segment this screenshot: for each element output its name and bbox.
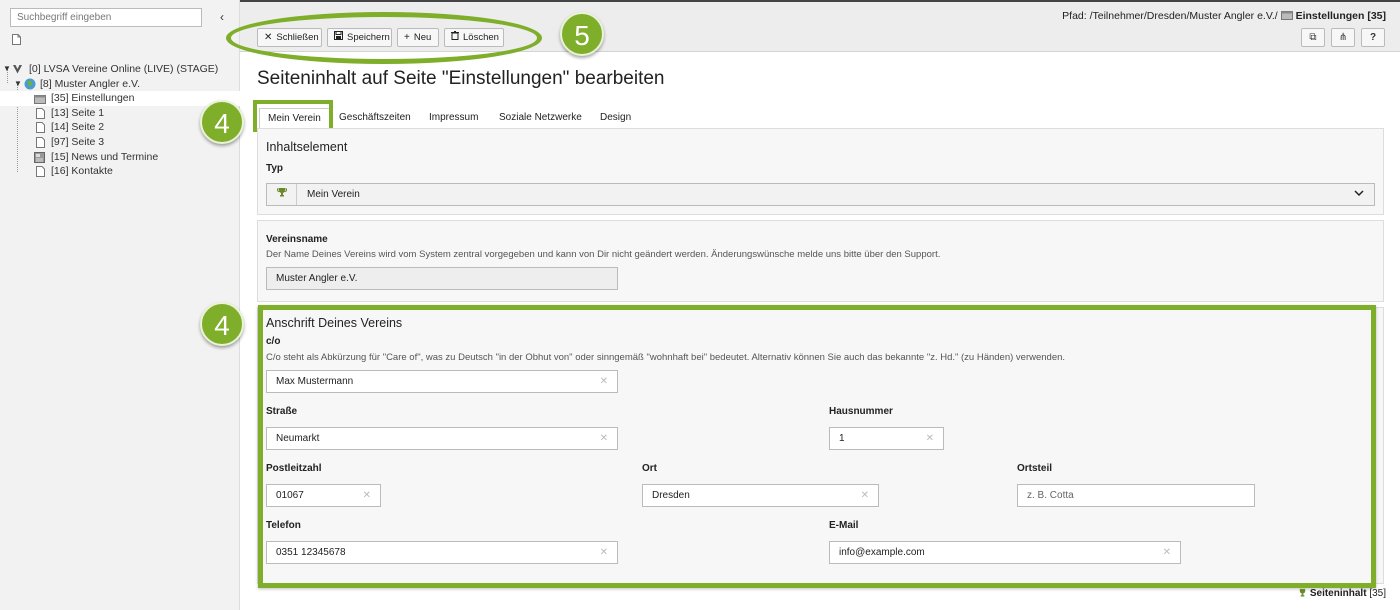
share-button[interactable]: ⋔ [1331, 28, 1355, 47]
clear-icon[interactable]: ✕ [926, 433, 934, 444]
top-ruler [240, 0, 1400, 2]
phone-label: Telefon [266, 520, 301, 531]
tab-soziale-netzwerke[interactable]: Soziale Netzwerke [491, 108, 590, 128]
district-input[interactable] [1018, 485, 1254, 506]
tree-node-label: [15] News und Termine [51, 150, 159, 163]
save-button[interactable]: Speichern [327, 28, 392, 47]
club-name-description: Der Name Deines Vereins wird vom System … [266, 249, 941, 260]
co-label: c/o [266, 336, 281, 347]
collapse-sidebar-icon[interactable]: ‹ [216, 10, 228, 24]
tree-node-label: [13] Seite 1 [51, 106, 105, 119]
tree-search-input[interactable] [11, 9, 201, 26]
club-name-input[interactable] [267, 268, 617, 289]
city-label: Ort [642, 463, 657, 474]
breadcrumb-path: Pfad: /Teilnehmer/Dresden/Muster Angler … [1062, 10, 1278, 22]
club-name-label: Vereinsname [266, 234, 328, 245]
city-input[interactable] [643, 485, 878, 506]
page-title: Seiteninhalt auf Seite "Einstellungen" b… [257, 68, 665, 89]
club-name-field[interactable] [266, 267, 618, 290]
tree-node-club[interactable]: ▼ [8] Muster Angler e.V. [0, 77, 240, 92]
page-tree-sidebar: ‹ ▼ [0] LVSA Vereine Online (LIVE) (STAG… [0, 0, 240, 610]
trophy-icon [1298, 588, 1307, 599]
save-icon [334, 29, 343, 46]
tree-node-label: [97] Seite 3 [51, 135, 105, 148]
email-label: E-Mail [829, 520, 859, 531]
district-field[interactable] [1017, 484, 1255, 507]
tree-node-seite-3[interactable]: [97] Seite 3 [0, 135, 240, 150]
new-page-icon[interactable] [12, 34, 21, 48]
district-label: Ortsteil [1017, 463, 1053, 474]
delete-button[interactable]: Löschen [444, 28, 504, 47]
tree-search-box[interactable] [10, 8, 202, 27]
annotation-badge-4-tab: 4 [200, 100, 244, 144]
tree-node-label: [16] Kontakte [51, 165, 113, 178]
breadcrumb-current: Einstellungen [35] [1295, 10, 1386, 22]
clear-icon[interactable]: ✕ [861, 490, 869, 501]
tree-node-label: [35] Einstellungen [51, 92, 135, 105]
tree-node-label: [14] Seite 2 [51, 121, 105, 134]
tree-node-root[interactable]: ▼ [0] LVSA Vereine Online (LIVE) (STAGE) [0, 62, 240, 77]
street-field[interactable]: ✕ [266, 427, 618, 450]
open-new-window-button[interactable]: ⧉ [1301, 28, 1325, 47]
co-field[interactable]: ✕ [266, 370, 618, 393]
tab-design[interactable]: Design [592, 108, 639, 128]
record-info: Seiteninhalt [35] [1298, 588, 1386, 599]
tab-impressum[interactable]: Impressum [421, 108, 486, 128]
annotation-badge-5: 5 [560, 12, 604, 56]
type-label: Typ [266, 163, 284, 174]
house-number-field[interactable]: ✕ [829, 427, 944, 450]
type-select-value: Mein Verein [307, 189, 360, 200]
type-select[interactable]: Mein Verein [266, 183, 1375, 206]
email-input[interactable] [830, 542, 1180, 563]
street-label: Straße [266, 406, 298, 417]
chevron-down-icon [1354, 184, 1364, 205]
close-icon: ✕ [264, 32, 273, 43]
co-description: C/o steht als Abkürzung für "Care of", w… [266, 352, 1066, 363]
email-field[interactable]: ✕ [829, 541, 1181, 564]
page-icon [36, 166, 45, 182]
tree-node-einstellungen[interactable]: [35] Einstellungen [0, 91, 240, 106]
tree-node-news[interactable]: [15] News und Termine [0, 150, 240, 165]
expand-toggle-icon[interactable]: ▼ [3, 62, 11, 77]
clear-icon[interactable]: ✕ [1163, 547, 1171, 558]
tab-mein-verein[interactable]: Mein Verein [259, 108, 330, 128]
trophy-icon [267, 184, 297, 205]
address-heading: Anschrift Deines Vereins [266, 316, 403, 330]
phone-input[interactable] [267, 542, 617, 563]
tab-geschaeftszeiten[interactable]: Geschäftszeiten [331, 108, 419, 128]
plus-icon: + [404, 32, 410, 43]
folder-icon [1280, 10, 1293, 22]
clear-icon[interactable]: ✕ [600, 376, 608, 387]
zip-field[interactable]: ✕ [266, 484, 381, 507]
annotation-badge-4-address: 4 [200, 302, 244, 346]
external-link-icon: ⧉ [1309, 32, 1317, 43]
clear-icon[interactable]: ✕ [600, 433, 608, 444]
close-button-label: Schließen [276, 32, 319, 43]
clear-icon[interactable]: ✕ [600, 547, 608, 558]
help-icon: ? [1369, 32, 1377, 43]
co-input[interactable] [267, 371, 617, 392]
trash-icon [451, 29, 459, 46]
breadcrumb: Pfad: /Teilnehmer/Dresden/Muster Angler … [1062, 10, 1386, 22]
zip-label: Postleitzahl [266, 463, 322, 474]
share-icon: ⋔ [1338, 32, 1348, 43]
record-id: [35] [1369, 588, 1386, 599]
new-button[interactable]: + Neu [397, 28, 439, 47]
delete-button-label: Löschen [463, 32, 499, 43]
new-button-label: Neu [413, 32, 432, 43]
expand-toggle-icon[interactable]: ▼ [14, 77, 22, 92]
clear-icon[interactable]: ✕ [363, 490, 371, 501]
tree-node-label: [0] LVSA Vereine Online (LIVE) (STAGE) [29, 63, 219, 75]
phone-field[interactable]: ✕ [266, 541, 618, 564]
tree-node-label: [8] Muster Angler e.V. [40, 77, 141, 90]
close-button[interactable]: ✕ Schließen [257, 28, 322, 47]
help-button[interactable]: ? [1361, 28, 1385, 47]
city-field[interactable]: ✕ [642, 484, 879, 507]
record-type: Seiteninhalt [1309, 588, 1367, 599]
tree-node-kontakte[interactable]: [16] Kontakte [0, 164, 240, 179]
house-number-label: Hausnummer [829, 406, 893, 417]
content-element-heading: Inhaltselement [266, 140, 348, 154]
street-input[interactable] [267, 428, 617, 449]
save-button-label: Speichern [347, 32, 390, 43]
